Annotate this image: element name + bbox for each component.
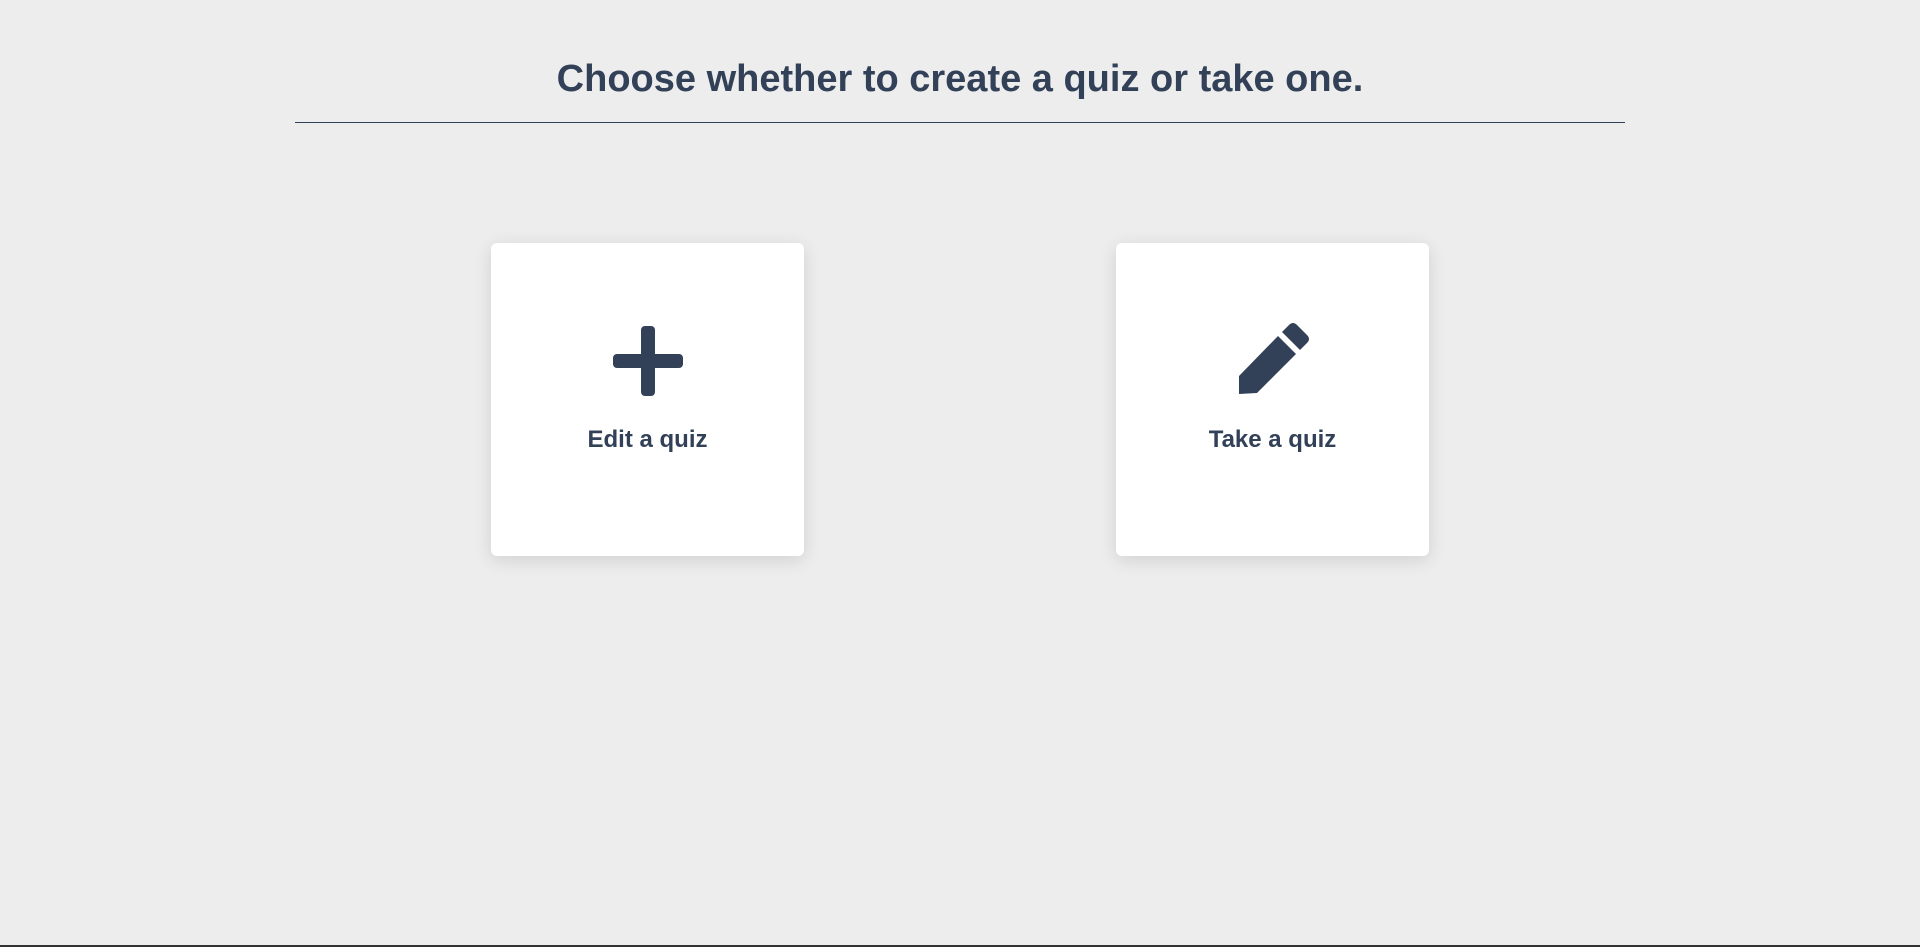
plus-icon xyxy=(608,321,688,401)
take-quiz-label: Take a quiz xyxy=(1208,426,1337,453)
edit-quiz-card[interactable]: Edit a quiz xyxy=(491,243,804,556)
edit-quiz-label: Edit a quiz xyxy=(587,426,708,453)
page-header: Choose whether to create a quiz or take … xyxy=(295,0,1625,123)
take-quiz-card[interactable]: Take a quiz xyxy=(1116,243,1429,556)
quiz-choice-page: Choose whether to create a quiz or take … xyxy=(0,0,1920,947)
pencil-icon xyxy=(1233,321,1313,401)
page-title: Choose whether to create a quiz or take … xyxy=(556,58,1364,100)
